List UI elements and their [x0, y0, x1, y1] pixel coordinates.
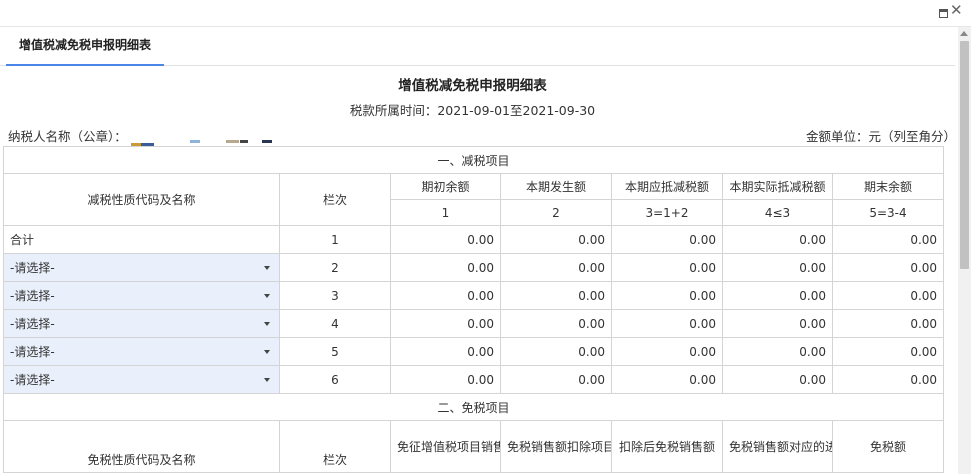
total-label: 合计: [3, 225, 280, 254]
dropdown-arrow-icon[interactable]: [264, 349, 270, 354]
amount-cell: 0.00: [611, 309, 723, 338]
header-net-exempt-sales: 扣除后免税销售额: [611, 420, 723, 473]
line-number: 3: [279, 281, 391, 310]
header-line-number: 栏次: [279, 420, 391, 473]
amount-cell[interactable]: 0.00: [500, 253, 612, 282]
redaction-mark: [262, 140, 272, 143]
amount-cell[interactable]: 0.00: [390, 337, 501, 366]
maximize-icon[interactable]: [936, 4, 950, 18]
column-number: 3=1+2: [611, 199, 723, 226]
reduction-code-select[interactable]: -请选择-: [3, 337, 280, 366]
table-row: -请选择- 4 0.00 0.00 0.00 0.00 0.00: [3, 309, 945, 338]
amount-cell[interactable]: 0.00: [722, 309, 833, 338]
line-number: 5: [279, 337, 391, 366]
amount-cell[interactable]: 0.00: [390, 253, 501, 282]
header-exempt-tax: 免税额: [831, 420, 945, 473]
select-placeholder: -请选择-: [10, 373, 55, 387]
line-number: 1: [279, 225, 391, 254]
header-deductible-tax: 本期应抵减税额: [611, 173, 723, 200]
amount-cell: 0.00: [831, 309, 945, 338]
amount-cell: 0.00: [611, 337, 723, 366]
section-title-exemption: 二、免税项目: [2, 393, 945, 421]
table-row-total: 合计 1 0.00 0.00 0.00 0.00 0.00: [3, 225, 945, 254]
column-number: 5=3-4: [831, 199, 945, 226]
scrollbar-thumb[interactable]: [960, 41, 969, 269]
header-input-tax-exempt-sales: 免税销售额对应的进项税额: [722, 420, 833, 473]
line-number: 2: [279, 253, 391, 282]
vertical-scrollbar[interactable]: [958, 27, 971, 474]
header-actual-deducted-tax: 本期实际抵减税额: [722, 173, 833, 200]
dropdown-arrow-icon[interactable]: [264, 321, 270, 326]
section-title-reduction: 一、减税项目: [2, 146, 945, 174]
amount-cell[interactable]: 0.00: [500, 365, 612, 394]
amount-cell: 0.00: [831, 225, 945, 254]
redaction-mark: [190, 140, 200, 143]
line-number: 6: [279, 365, 391, 394]
column-number: 2: [500, 199, 612, 226]
select-placeholder: -请选择-: [10, 345, 55, 359]
tax-period: 税款所属时间：2021-09-01至2021-09-30: [349, 103, 596, 118]
header-exempt-sales-deduction: 免税销售额扣除项目本期实际扣除金额: [500, 420, 612, 473]
header-exempt-sales: 免征增值税项目销售额: [390, 420, 501, 473]
select-placeholder: -请选择-: [10, 317, 55, 331]
window-title-bar: ✕: [0, 0, 971, 27]
amount-cell[interactable]: 0.00: [500, 309, 612, 338]
amount-cell: 0.00: [500, 225, 612, 254]
header-line-number: 栏次: [279, 173, 391, 226]
amount-cell[interactable]: 0.00: [390, 281, 501, 310]
select-placeholder: -请选择-: [10, 289, 55, 303]
line-number: 4: [279, 309, 391, 338]
header-current-amount: 本期发生额: [500, 173, 612, 200]
header-reduction-code: 减税性质代码及名称: [3, 173, 280, 226]
amount-cell: 0.00: [831, 281, 945, 310]
dropdown-arrow-icon[interactable]: [264, 377, 270, 382]
amount-cell: 0.00: [611, 281, 723, 310]
tab-vat-reduction-detail[interactable]: 增值税减免税申报明细表: [6, 27, 164, 66]
amount-unit: 金额单位：元（列至角分）: [806, 129, 957, 144]
close-icon[interactable]: ✕: [950, 3, 964, 18]
amount-cell: 0.00: [611, 225, 723, 254]
tab-bar: 增值税减免税申报明细表: [0, 27, 955, 66]
amount-cell: 0.00: [722, 225, 833, 254]
redaction-mark: [240, 140, 248, 143]
dropdown-arrow-icon[interactable]: [264, 265, 270, 270]
amount-cell: 0.00: [831, 365, 945, 394]
amount-cell: 0.00: [831, 253, 945, 282]
header-opening-balance: 期初余额: [390, 173, 501, 200]
redaction-mark: [226, 140, 239, 143]
amount-cell[interactable]: 0.00: [500, 337, 612, 366]
amount-cell[interactable]: 0.00: [390, 365, 501, 394]
table-row: -请选择- 6 0.00 0.00 0.00 0.00 0.00: [3, 365, 945, 394]
amount-cell[interactable]: 0.00: [390, 309, 501, 338]
select-placeholder: -请选择-: [10, 261, 55, 275]
table-row: -请选择- 2 0.00 0.00 0.00 0.00 0.00: [3, 253, 945, 282]
header-closing-balance: 期末余额: [831, 173, 945, 200]
reduction-code-select[interactable]: -请选择-: [3, 253, 280, 282]
amount-cell: 0.00: [611, 365, 723, 394]
column-number: 4≤3: [722, 199, 833, 226]
table-row: -请选择- 5 0.00 0.00 0.00 0.00 0.00: [3, 337, 945, 366]
amount-cell: 0.00: [831, 337, 945, 366]
column-number: 1: [390, 199, 501, 226]
header-exemption-code: 免税性质代码及名称: [3, 420, 280, 473]
reduction-code-select[interactable]: -请选择-: [3, 309, 280, 338]
amount-cell: 0.00: [390, 225, 501, 254]
amount-cell[interactable]: 0.00: [722, 337, 833, 366]
scroll-up-arrow-icon[interactable]: [960, 31, 968, 36]
amount-cell[interactable]: 0.00: [722, 365, 833, 394]
amount-cell: 0.00: [611, 253, 723, 282]
taxpayer-name-label: 纳税人名称（公章）：: [8, 129, 127, 144]
table-row: -请选择- 3 0.00 0.00 0.00 0.00 0.00: [3, 281, 945, 310]
amount-cell[interactable]: 0.00: [722, 281, 833, 310]
reduction-code-select[interactable]: -请选择-: [3, 365, 280, 394]
amount-cell[interactable]: 0.00: [722, 253, 833, 282]
form-title: 增值税减免税申报明细表: [398, 78, 547, 94]
vat-reduction-detail-table: 一、减税项目 减税性质代码及名称 栏次 期初余额 本期发生额 本期应抵减税额 本…: [2, 146, 945, 473]
amount-cell[interactable]: 0.00: [500, 281, 612, 310]
reduction-code-select[interactable]: -请选择-: [3, 281, 280, 310]
dropdown-arrow-icon[interactable]: [264, 293, 270, 298]
